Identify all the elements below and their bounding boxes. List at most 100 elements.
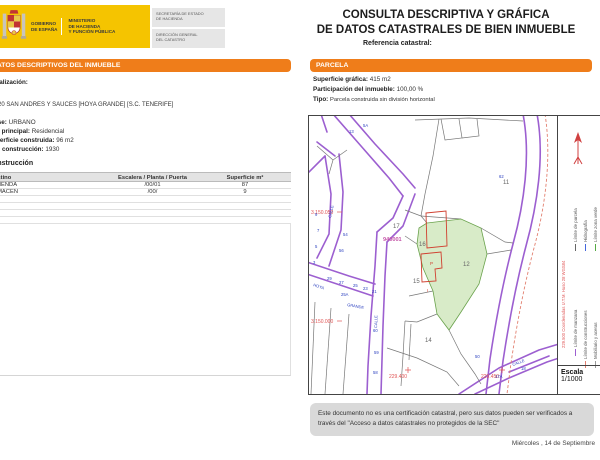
document-title: CONSULTA DESCRIPTIVA Y GRÁFICA DE DATOS … xyxy=(300,8,592,37)
cadastral-map: 3.150.050 3.150.000 229.400 229.450 17 1… xyxy=(309,116,557,394)
clase-value: URBANO xyxy=(9,119,36,126)
street-name: GRANDE xyxy=(347,302,365,310)
title-line-1: CONSULTA DESCRIPTIVA Y GRÁFICA xyxy=(300,8,592,23)
house-number: 17A xyxy=(495,374,503,379)
table-empty-row xyxy=(0,196,291,203)
parcela-section-header: PARCELA xyxy=(310,59,592,72)
parcel-number: 14 xyxy=(425,338,432,344)
sup-grafica-value: 415 m2 xyxy=(370,76,391,83)
tipo-label: Tipo: xyxy=(313,96,328,103)
house-number: 13 xyxy=(349,129,354,134)
house-number: 23 xyxy=(363,286,368,291)
cell-superficie: 87 xyxy=(201,182,289,188)
legend-swatch xyxy=(575,244,576,251)
col-escalera: Escalera / Planta / Puerta xyxy=(104,173,201,181)
red-dashed-line xyxy=(507,116,548,394)
sup-grafica-line: Superficie gráfica: 415 m2 xyxy=(313,76,391,83)
tipo-value: Parcela construida sin división horizont… xyxy=(330,97,435,103)
legend-item-manzana: Límite de manzana xyxy=(573,310,578,356)
legend-item-zona-verde: Límite zona verde xyxy=(593,207,598,251)
coord-label: 3.150.000 xyxy=(311,319,333,325)
cadastral-document-page: GOBIERNO DE ESPAÑA MINISTERIO DE HACIEND… xyxy=(0,0,600,460)
house-number: 29 xyxy=(327,276,332,281)
escala-label: Escala xyxy=(561,369,600,376)
parcel-number: 16 xyxy=(419,242,426,248)
table-empty-row xyxy=(0,203,291,210)
col-superficie: Superficie m² xyxy=(201,173,289,181)
house-number: 7 xyxy=(317,228,320,233)
cell-destino: ALMACEN xyxy=(0,189,104,195)
disclaimer-note: Este documento no es una certificación c… xyxy=(310,403,594,436)
tipo-line: Tipo: Parcela construida sin división ho… xyxy=(313,96,435,103)
cadastral-map-frame: 3.150.050 3.150.000 229.400 229.450 17 1… xyxy=(308,115,600,395)
table-empty-row xyxy=(0,210,291,217)
inmueble-panel: DATOS DESCRIPTIVOS DEL INMUEBLE Localiza… xyxy=(0,0,291,460)
utm-coordinates-note: 229.500 Coordenadas U.T.M. Huso 28 WGS84 xyxy=(561,261,566,348)
legend-item-mobiliario: Mobiliario y aceras xyxy=(593,322,598,368)
parcel-number: 15 xyxy=(413,279,420,285)
legend-label: Límite de manzana xyxy=(573,310,578,347)
table-extension-area xyxy=(0,224,291,376)
clase-line: Clase: URBANO xyxy=(0,119,36,126)
table-header-row: Destino Escalera / Planta / Puerta Super… xyxy=(0,172,291,182)
legend-item-construcciones: Límite de construcciones xyxy=(583,310,588,368)
clase-label: Clase: xyxy=(0,119,7,126)
referencia-catastral-label: Referencia catastral: xyxy=(363,40,432,47)
localizacion-label: Localización: xyxy=(0,79,28,86)
house-number: 18 xyxy=(521,366,526,371)
legend-swatch xyxy=(595,244,596,251)
house-number: 62 xyxy=(499,174,504,179)
participacion-line: Participación del inmueble: 100,00 % xyxy=(313,86,423,93)
legend-label: Límite zona verde xyxy=(593,207,598,242)
cell-escalera: /00/ xyxy=(104,189,201,195)
house-number: 5A xyxy=(363,123,368,128)
house-number: 21 xyxy=(372,289,377,294)
construccion-title: Construcción xyxy=(0,160,33,167)
participacion-value: 100,00 % xyxy=(397,86,424,93)
building-label: P xyxy=(430,261,433,266)
table-row: ALMACEN /00/ 9 xyxy=(0,189,291,196)
cell-destino: VIVIENDA xyxy=(0,182,104,188)
uso-value: Residencial xyxy=(32,128,65,135)
house-number: 5 xyxy=(315,244,318,249)
house-number: 56 xyxy=(339,248,344,253)
legend-swatch xyxy=(575,349,576,356)
superficie-value: 96 m2 xyxy=(56,137,74,144)
map-legend-strip: Límite de parcela Límite de manzana Hidr… xyxy=(557,116,600,394)
house-number: 50 xyxy=(475,354,480,359)
cell-escalera: /00/01 xyxy=(104,182,201,188)
superficie-label: Superficie construida: xyxy=(0,137,54,144)
north-arrow-icon xyxy=(570,130,586,175)
escala-value: 1/1000 xyxy=(561,376,600,383)
construccion-table: Destino Escalera / Planta / Puerta Super… xyxy=(0,172,291,376)
table-empty-row xyxy=(0,217,291,224)
sup-grafica-label: Superficie gráfica: xyxy=(313,76,368,83)
legend-item-parcela: Límite de parcela xyxy=(573,208,578,251)
superficie-line: Superficie construida: 96 m2 xyxy=(0,137,74,144)
legend-label: Hidrografía xyxy=(583,220,588,242)
parcel-number: 17 xyxy=(393,224,400,230)
col-destino: Destino xyxy=(0,173,104,181)
anio-label: Año construcción: xyxy=(0,146,44,153)
coord-label: 229.400 xyxy=(389,374,407,380)
house-number: 25 xyxy=(353,283,358,288)
uso-line: Uso principal: Residencial xyxy=(0,128,64,135)
anio-line: Año construcción: 1930 xyxy=(0,146,59,153)
street-name: CALLE xyxy=(327,204,335,218)
direccion-value: 38720 SAN ANDRES Y SAUCES [HOYA GRANDE] … xyxy=(0,102,173,108)
legend-label: Límite de construcciones xyxy=(583,310,588,359)
anio-value: 1930 xyxy=(45,146,59,153)
street-name: CALLE xyxy=(373,315,378,328)
building-label: I xyxy=(427,288,428,293)
parcel-number: 12 xyxy=(463,262,470,268)
legend-label: Mobiliario y aceras xyxy=(593,322,598,359)
title-line-2: DE DATOS CATASTRALES DE BIEN INMUEBLE xyxy=(300,23,592,38)
subject-parcel xyxy=(417,219,487,330)
house-number: 59 xyxy=(374,350,379,355)
legend-label: Límite de parcela xyxy=(573,208,578,242)
legend-item-hidrografia: Hidrografía xyxy=(583,220,588,251)
participacion-label: Participación del inmueble: xyxy=(313,86,395,93)
house-number: 54 xyxy=(343,232,348,237)
parcel-number: 11 xyxy=(503,180,510,186)
cell-superficie: 9 xyxy=(201,189,289,195)
